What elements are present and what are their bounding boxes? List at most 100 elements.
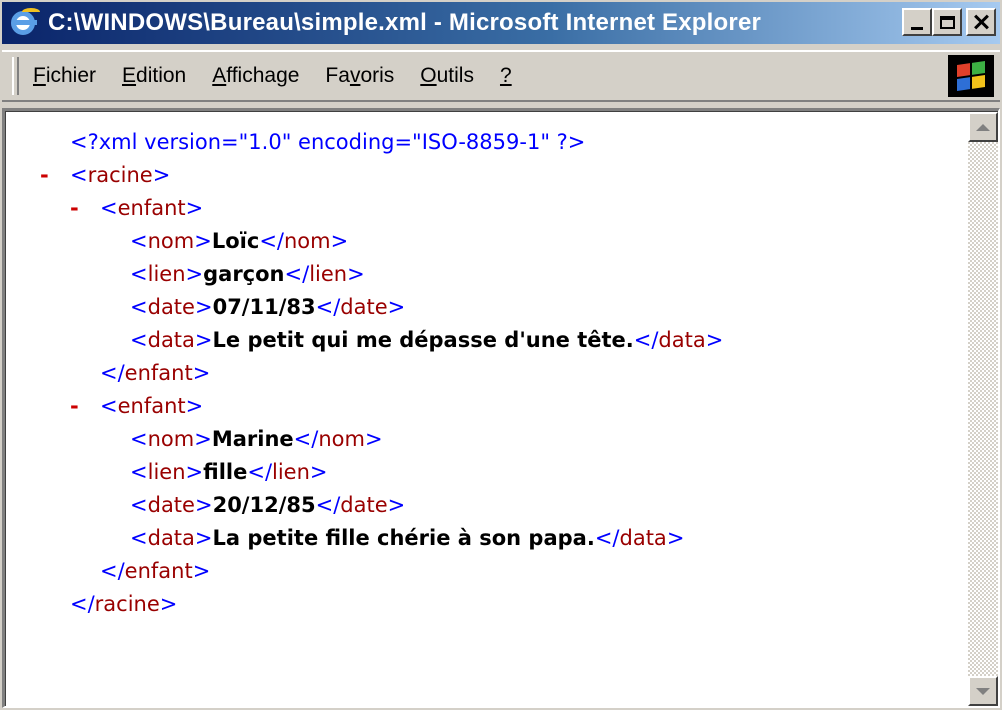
field-value: fille (203, 460, 248, 484)
menu-bar: Fichier Edition Affichage Favoris Outils… (2, 50, 1000, 102)
tag-name: date (340, 295, 388, 319)
tag-bracket: > (666, 526, 685, 550)
field-line: <data>Le petit qui me dépasse d'une tête… (130, 324, 723, 357)
tag-bracket: </ (70, 592, 95, 616)
tag-name: enfant (117, 196, 186, 220)
tag-name: date (340, 493, 388, 517)
document-viewport: <?xml version="1.0" encoding="ISO-8859-1… (2, 108, 1000, 708)
menu-fichier[interactable]: Fichier (33, 64, 96, 88)
menu-edition[interactable]: Edition (122, 64, 186, 88)
internet-explorer-icon (10, 8, 40, 38)
close-icon (973, 14, 989, 30)
tag-name: enfant (124, 559, 193, 583)
tag-name: lien (272, 460, 310, 484)
tag-bracket: > (194, 493, 213, 517)
field-value: Loïc (211, 229, 260, 253)
tag-name: nom (147, 229, 195, 253)
vertical-scrollbar[interactable] (968, 112, 998, 706)
tag-bracket: > (185, 262, 204, 286)
tag-bracket: > (194, 328, 213, 352)
tag-name: data (147, 328, 195, 352)
tag-name: date (147, 493, 195, 517)
tag-bracket: < (130, 493, 148, 517)
tag-bracket: > (185, 394, 204, 418)
tag-bracket: < (70, 163, 88, 187)
tag-bracket: > (387, 295, 406, 319)
menu-help[interactable]: ? (500, 64, 512, 88)
collapse-toggle[interactable]: - (70, 192, 79, 225)
minimize-icon (911, 26, 923, 30)
field-line: <nom>Marine</nom> (130, 423, 383, 456)
tag-bracket: > (185, 196, 204, 220)
tag-bracket: > (152, 163, 171, 187)
menu-affichage[interactable]: Affichage (212, 64, 299, 88)
maximize-icon (939, 15, 955, 29)
minimize-button[interactable] (902, 8, 932, 36)
child-close-line: </enfant> (100, 555, 210, 588)
window-title: C:\WINDOWS\Bureau\simple.xml - Microsoft… (48, 9, 762, 36)
tag-bracket: > (705, 328, 724, 352)
tag-bracket: </ (293, 427, 319, 451)
tag-bracket: > (364, 427, 383, 451)
root-close-line: </racine> (70, 588, 177, 621)
field-line: <nom>Loïc</nom> (130, 225, 348, 258)
child-close-line: </enfant> (100, 357, 210, 390)
tag-bracket: < (130, 526, 148, 550)
root-open-line: - <racine> (40, 159, 171, 192)
tag-bracket: < (130, 460, 148, 484)
tag-name: lien (147, 460, 186, 484)
field-value: Le petit qui me dépasse d'une tête. (212, 328, 634, 352)
tag-name: lien (309, 262, 348, 286)
field-line: <lien>garçon</lien> (130, 258, 365, 291)
collapse-toggle[interactable]: - (40, 159, 49, 192)
tag-bracket: > (194, 229, 212, 253)
tag-bracket: < (100, 394, 118, 418)
tag-bracket: > (347, 262, 365, 286)
close-button[interactable] (966, 8, 996, 36)
tag-bracket: </ (315, 295, 341, 319)
collapse-toggle[interactable]: - (70, 390, 79, 423)
xml-declaration: <?xml version="1.0" encoding="ISO-8859-1… (70, 126, 585, 159)
tag-bracket: </ (259, 229, 284, 253)
scroll-up-button[interactable] (968, 112, 998, 142)
tag-name: nom (283, 229, 331, 253)
tag-name: racine (94, 592, 160, 616)
tag-bracket: </ (284, 262, 310, 286)
browser-window: C:\WINDOWS\Bureau\simple.xml - Microsoft… (0, 0, 1002, 710)
tag-bracket: > (194, 526, 213, 550)
tag-bracket: > (194, 295, 213, 319)
tag-bracket: < (130, 328, 148, 352)
tag-bracket: </ (633, 328, 659, 352)
tag-bracket: > (330, 229, 349, 253)
tag-bracket: < (130, 295, 148, 319)
field-line: <data>La petite fille chérie à son papa.… (130, 522, 684, 555)
tag-bracket: < (130, 427, 148, 451)
declaration-text: <?xml version="1.0" encoding="ISO-8859-1… (70, 130, 586, 154)
title-bar[interactable]: C:\WINDOWS\Bureau\simple.xml - Microsoft… (2, 2, 1000, 44)
tag-name: date (147, 295, 195, 319)
arrow-up-icon (976, 123, 990, 131)
tag-name: data (147, 526, 195, 550)
field-value: garçon (203, 262, 285, 286)
toolbar-grip[interactable] (12, 57, 19, 95)
tag-name: data (658, 328, 706, 352)
child-open-line: - <enfant> (70, 390, 204, 423)
tag-name: nom (147, 427, 195, 451)
tag-bracket: > (387, 493, 406, 517)
scroll-down-button[interactable] (968, 676, 998, 706)
field-value: La petite fille chérie à son papa. (212, 526, 595, 550)
tag-bracket: < (100, 196, 118, 220)
tag-bracket: </ (315, 493, 341, 517)
tag-name: enfant (124, 361, 193, 385)
maximize-button[interactable] (932, 8, 962, 36)
tag-bracket: > (159, 592, 178, 616)
menu-outils[interactable]: Outils (420, 64, 474, 88)
tag-bracket: </ (594, 526, 620, 550)
field-line: <date>07/11/83</date> (130, 291, 405, 324)
menu-favoris[interactable]: Favoris (325, 64, 394, 88)
window-controls (902, 8, 996, 36)
tag-bracket: > (194, 427, 212, 451)
tag-bracket: > (185, 460, 204, 484)
field-value: 20/12/85 (212, 493, 316, 517)
tag-name: data (619, 526, 667, 550)
